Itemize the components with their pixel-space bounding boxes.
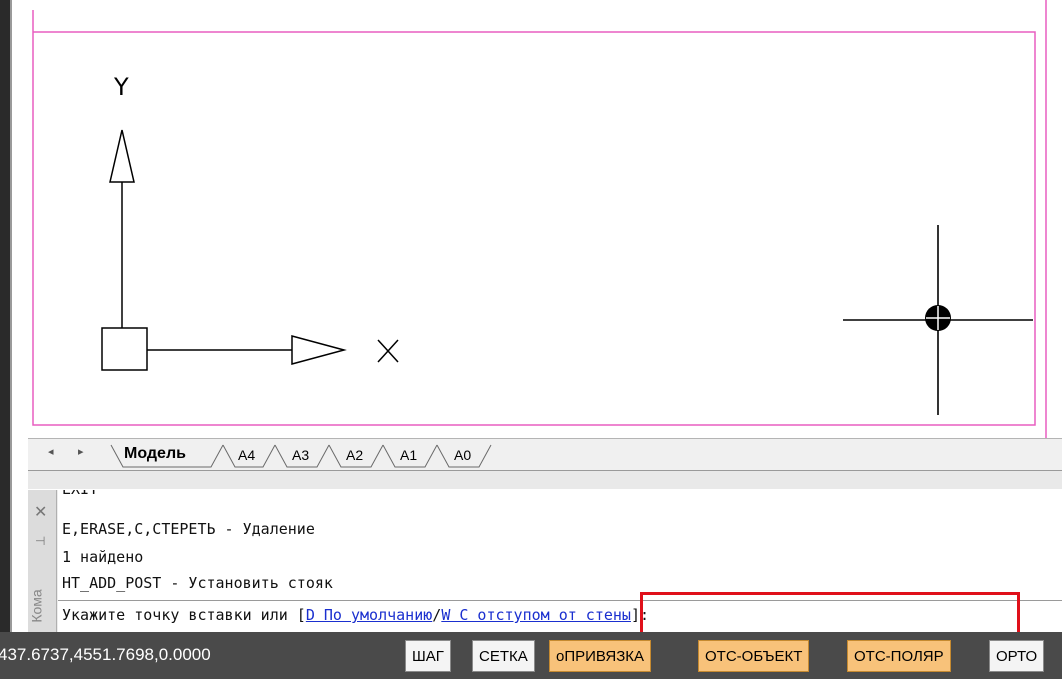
pin-icon[interactable]: ⊣ bbox=[35, 534, 45, 548]
tab-a2[interactable]: A2 bbox=[346, 447, 363, 463]
option-default-link[interactable]: D По умолчанию bbox=[306, 606, 432, 624]
otrack-toggle-button[interactable]: ОТС-ОБЪЕКТ bbox=[698, 640, 810, 672]
polar-toggle-button[interactable]: ОТС-ПОЛЯР bbox=[847, 640, 951, 672]
status-bar: 437.6737,4551.7698,0.0000 ШАГ СЕТКА оПРИ… bbox=[0, 632, 1062, 679]
tab-a4[interactable]: A4 bbox=[238, 447, 255, 463]
tab-scroll-right-icon[interactable]: ▸ bbox=[78, 445, 84, 458]
history-line: E,ERASE,C,СТЕРЕТЬ - Удаление bbox=[62, 520, 315, 538]
command-window-title: Кома bbox=[28, 589, 45, 623]
drawing-svg[interactable]: Y bbox=[0, 0, 1062, 438]
snap-toggle-button[interactable]: ШАГ bbox=[405, 640, 451, 672]
history-line: HT_ADD_POST - Установить стояк bbox=[62, 574, 333, 592]
coordinate-readout: 437.6737,4551.7698,0.0000 bbox=[0, 645, 211, 664]
x-axis-label bbox=[377, 339, 399, 363]
ortho-toggle-button[interactable]: ОРТО bbox=[989, 640, 1045, 672]
tab-model[interactable]: Модель bbox=[124, 445, 186, 463]
y-axis-label: Y bbox=[113, 73, 129, 101]
prompt-prefix: Укажите точку вставки или [ bbox=[62, 606, 306, 624]
history-line: 1 найдено bbox=[62, 548, 144, 566]
option-wall-offset-link[interactable]: W С отступом от стены bbox=[441, 606, 631, 624]
history-line: EXIT bbox=[62, 490, 98, 498]
command-window-titlebar: ✕ ⊣ Кома bbox=[28, 490, 57, 632]
command-history: EXIT E,ERASE,C,СТЕРЕТЬ - Удаление 1 найд… bbox=[58, 490, 1062, 600]
layout-tab-bar: ◂ ▸ Модель A4 A3 A2 A1 A0 bbox=[28, 438, 1062, 489]
ucs-icon bbox=[101, 129, 347, 371]
grid-toggle-button[interactable]: СЕТКА bbox=[472, 640, 535, 672]
tab-a1[interactable]: A1 bbox=[400, 447, 417, 463]
tab-scroll-left-icon[interactable]: ◂ bbox=[48, 445, 54, 458]
page-border bbox=[32, 10, 1036, 426]
tab-a0[interactable]: A0 bbox=[454, 447, 471, 463]
tab-a3[interactable]: A3 bbox=[292, 447, 309, 463]
close-icon[interactable]: ✕ bbox=[34, 502, 47, 521]
command-prompt-text: Укажите точку вставки или [D По умолчани… bbox=[62, 606, 649, 624]
option-separator: / bbox=[432, 606, 442, 624]
osnap-toggle-button[interactable]: оПРИВЯЗКА bbox=[549, 640, 652, 672]
layout-tab-strip: ◂ ▸ Модель A4 A3 A2 A1 A0 bbox=[28, 439, 1062, 471]
